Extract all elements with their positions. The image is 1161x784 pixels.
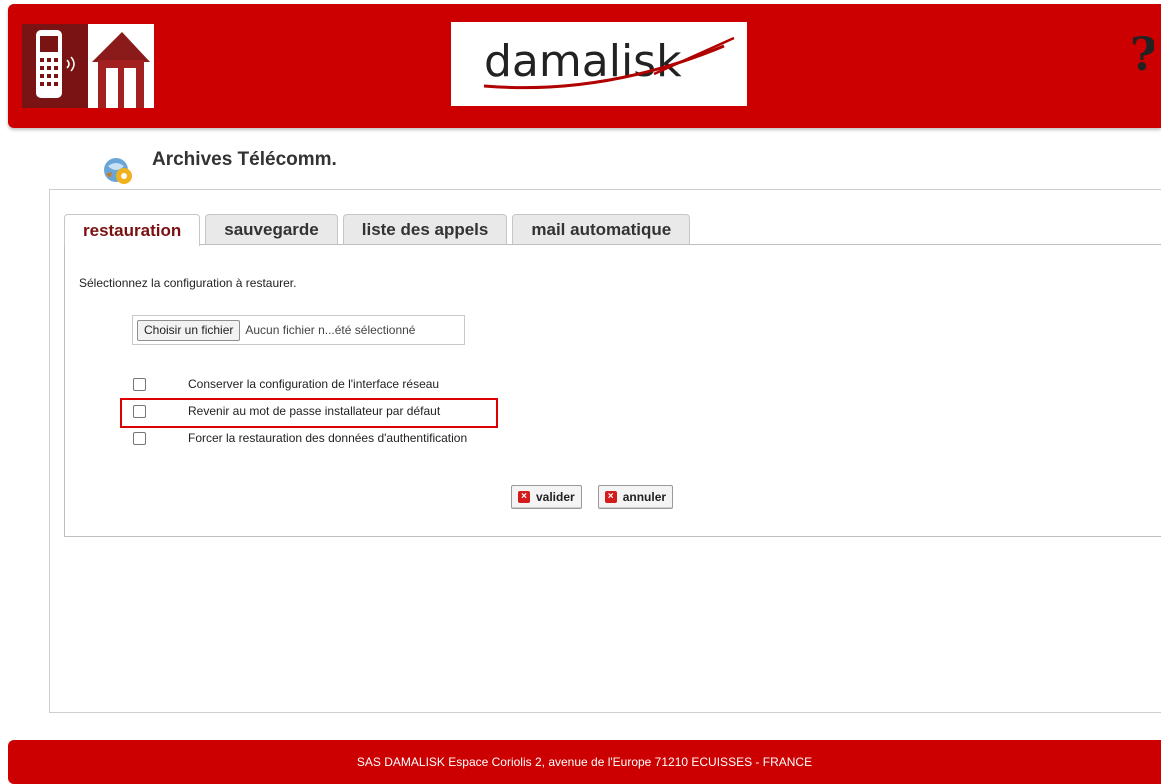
- cancel-button[interactable]: × annuler: [597, 485, 674, 509]
- default-installer-password-checkbox[interactable]: [133, 404, 146, 418]
- tab-bar: restauration sauvegarde liste des appels…: [64, 214, 695, 246]
- validate-label: valider: [536, 490, 575, 504]
- close-square-icon: ×: [518, 491, 530, 503]
- tab-restauration[interactable]: restauration: [64, 214, 201, 246]
- close-square-icon: ×: [604, 491, 617, 503]
- footer-address: SAS DAMALISK Espace Coriolis 2, avenue d…: [356, 755, 813, 769]
- file-status-text: Aucun fichier n...été sélectionné: [245, 323, 416, 337]
- option-default-installer-password: Revenir au mot de passe installateur par…: [133, 403, 440, 419]
- phone-house-logo: [22, 24, 154, 108]
- cancel-label: annuler: [622, 490, 667, 504]
- footer: SAS DAMALISK Espace Coriolis 2, avenue d…: [8, 740, 1161, 784]
- svg-text:?: ?: [1130, 27, 1154, 81]
- restore-instruction: Sélectionnez la configuration à restaure…: [79, 276, 297, 290]
- choose-file-button[interactable]: Choisir un fichier: [137, 319, 241, 341]
- restore-tab-content: Sélectionnez la configuration à restaure…: [64, 244, 1161, 537]
- brand-wordmark: damalisk: [484, 36, 682, 87]
- force-auth-restore-label: Forcer la restauration des données d'aut…: [188, 431, 468, 445]
- header-banner: damalisk ?: [8, 4, 1161, 128]
- archive-globe-icon: [104, 158, 132, 184]
- tab-mail-automatique[interactable]: mail automatique: [512, 214, 691, 245]
- tab-sauvegarde[interactable]: sauvegarde: [205, 214, 338, 245]
- action-buttons: × valider × annuler: [511, 485, 674, 509]
- option-force-auth-restore: Forcer la restauration des données d'aut…: [133, 430, 467, 446]
- page-title: Archives Télécomm.: [152, 149, 337, 170]
- default-installer-password-label: Revenir au mot de passe installateur par…: [188, 404, 441, 418]
- keep-network-config-label: Conserver la configuration de l'interfac…: [188, 377, 440, 391]
- force-auth-restore-checkbox[interactable]: [133, 431, 146, 445]
- keep-network-config-checkbox[interactable]: [133, 377, 146, 391]
- file-input[interactable]: Choisir un fichier Aucun fichier n...été…: [132, 315, 465, 345]
- page-title-area: Archives Télécomm.: [102, 148, 337, 188]
- tab-liste-des-appels[interactable]: liste des appels: [342, 214, 508, 245]
- option-keep-network-config: Conserver la configuration de l'interfac…: [133, 376, 439, 392]
- validate-button[interactable]: × valider: [511, 485, 582, 509]
- damalisk-logo: damalisk: [451, 22, 747, 106]
- question-mark-icon[interactable]: ?: [1124, 24, 1157, 84]
